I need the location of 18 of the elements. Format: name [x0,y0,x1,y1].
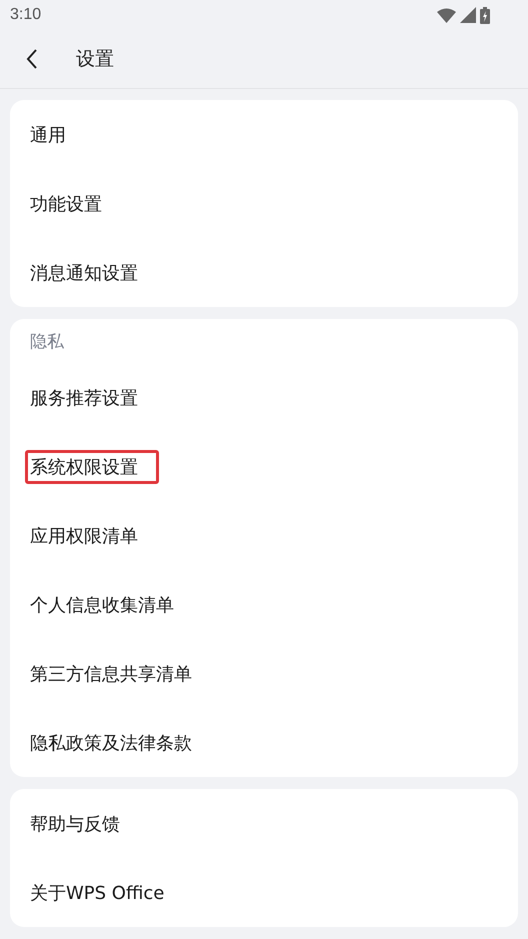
settings-item[interactable]: 个人信息收集清单 [25,588,179,622]
section-heading: 隐私 [29,330,65,354]
settings-item[interactable]: 关于WPS Office [25,876,170,910]
settings-item[interactable]: 系统权限设置 [25,450,159,484]
status-time: 3:10 [10,6,42,24]
battery-icon [480,6,490,24]
settings-item[interactable]: 功能设置 [25,186,107,220]
back-icon[interactable] [26,49,38,69]
settings-item[interactable]: 服务推荐设置 [25,380,143,414]
settings-item[interactable]: 通用 [25,118,71,152]
page-title: 设置 [76,47,114,72]
settings-item[interactable]: 帮助与反馈 [25,806,125,840]
settings-item[interactable]: 隐私政策及法律条款 [25,726,197,760]
settings-item[interactable]: 第三方信息共享清单 [25,656,197,690]
wifi-icon [437,8,456,22]
settings-item[interactable]: 消息通知设置 [25,256,143,290]
signal-icon [460,7,476,23]
settings-item[interactable]: 应用权限清单 [25,518,143,552]
